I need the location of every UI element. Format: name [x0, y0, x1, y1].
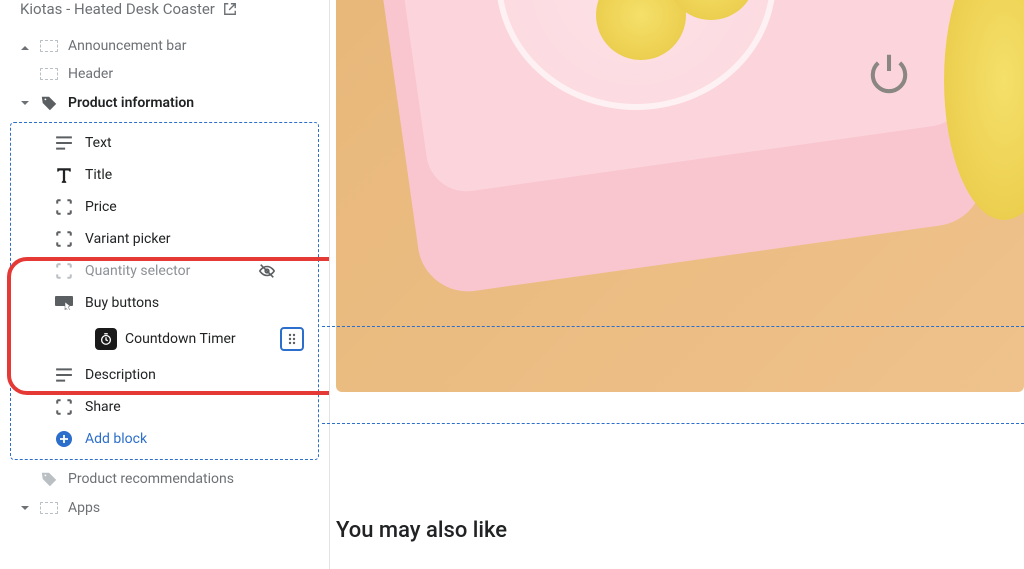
block-label: Variant picker: [85, 231, 170, 247]
caret-down-icon: [20, 98, 30, 108]
block-label: Quantity selector: [85, 263, 190, 279]
block-label: Share: [85, 399, 121, 415]
block-price[interactable]: Price: [11, 191, 318, 223]
block-label: Title: [85, 167, 112, 183]
section-label: Product recommendations: [68, 471, 234, 487]
selection-outline: [322, 326, 1024, 424]
page-title-row[interactable]: Kiotas - Heated Desk Coaster: [0, 0, 329, 32]
sidebar-item-announcement-bar[interactable]: Announcement bar: [0, 32, 329, 60]
title-t-icon: [55, 166, 73, 184]
block-label: Text: [85, 135, 112, 151]
block-variant-picker[interactable]: Variant picker: [11, 223, 318, 255]
preview-pane: You may also like: [330, 0, 1024, 569]
block-countdown-timer[interactable]: Countdown Timer: [87, 321, 312, 357]
dashed-section-icon: [40, 501, 58, 515]
brackets-icon: [55, 230, 73, 248]
block-label: Description: [85, 367, 156, 383]
block-label: Buy buttons: [85, 295, 159, 311]
external-link-icon: [223, 2, 237, 16]
buy-button-icon: [55, 294, 73, 312]
sidebar: Kiotas - Heated Desk Coaster Announcemen…: [0, 0, 330, 569]
sidebar-item-product-information[interactable]: Product information: [0, 88, 329, 118]
block-buy-buttons[interactable]: Buy buttons: [11, 287, 318, 319]
block-text[interactable]: Text: [11, 127, 318, 159]
section-label: Apps: [68, 500, 100, 516]
section-heading: You may also like: [330, 412, 1024, 543]
block-label: Price: [85, 199, 117, 215]
sidebar-item-apps[interactable]: Apps: [0, 494, 329, 522]
add-block-button[interactable]: Add block: [11, 423, 318, 455]
brackets-icon: [55, 262, 73, 280]
tag-icon: [40, 470, 58, 488]
brackets-icon: [55, 398, 73, 416]
power-button-graphic: [862, 44, 916, 98]
plus-circle-icon: [55, 430, 73, 448]
sidebar-item-product-recommendations[interactable]: Product recommendations: [0, 464, 329, 494]
timer-app-icon: [95, 328, 117, 350]
product-info-blocks: Text Title Price Variant picker Quantity: [10, 122, 319, 460]
section-label: Product information: [68, 95, 194, 111]
dashed-section-icon: [40, 39, 58, 53]
block-label: Add block: [85, 431, 147, 447]
drag-handle[interactable]: [280, 327, 304, 351]
caret-down-icon: [20, 503, 30, 513]
tag-icon: [40, 94, 58, 112]
page-title: Kiotas - Heated Desk Coaster: [20, 0, 215, 18]
block-quantity-selector[interactable]: Quantity selector: [11, 255, 318, 287]
block-label: Countdown Timer: [125, 331, 236, 347]
caret-right-icon: [20, 41, 30, 51]
dashed-section-icon: [40, 67, 58, 81]
section-label: Announcement bar: [68, 38, 187, 54]
block-description[interactable]: Description: [11, 359, 318, 391]
eye-off-icon[interactable]: [258, 262, 276, 280]
block-title[interactable]: Title: [11, 159, 318, 191]
brackets-icon: [55, 198, 73, 216]
block-share[interactable]: Share: [11, 391, 318, 423]
text-lines-icon: [55, 366, 73, 384]
text-lines-icon: [55, 134, 73, 152]
sidebar-item-header[interactable]: Header: [0, 60, 329, 88]
section-label: Header: [68, 66, 113, 82]
